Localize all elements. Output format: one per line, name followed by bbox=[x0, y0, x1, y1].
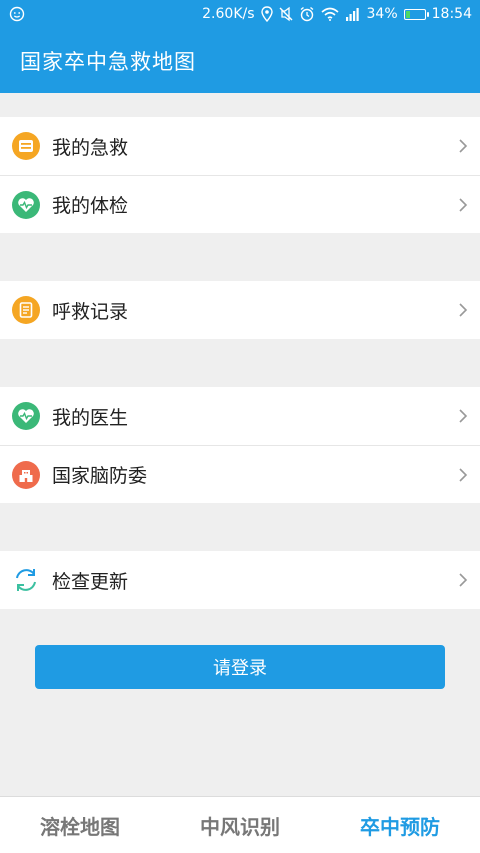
menu-item-my-first-aid[interactable]: 我的急救 bbox=[0, 117, 480, 175]
login-button[interactable]: 请登录 bbox=[35, 645, 445, 689]
heart-pulse-icon bbox=[12, 190, 40, 219]
refresh-icon bbox=[12, 566, 40, 594]
chevron-right-icon bbox=[459, 467, 468, 482]
page-title: 国家卒中急救地图 bbox=[20, 49, 196, 74]
wifi-icon bbox=[320, 7, 339, 21]
battery-icon bbox=[403, 8, 429, 20]
chevron-right-icon bbox=[459, 197, 468, 212]
chevron-right-icon bbox=[459, 409, 468, 423]
menu-item-my-checkup[interactable]: 我的体检 bbox=[0, 175, 480, 233]
menu-item-label: 我的急救 bbox=[52, 136, 129, 159]
tab-stroke-recognition[interactable]: 中风识别 bbox=[160, 797, 320, 853]
chevron-right-icon bbox=[459, 139, 468, 153]
tab-stroke-prevention[interactable]: 卒中预防 bbox=[320, 797, 480, 853]
tab-thrombolysis-map[interactable]: 溶栓地图 bbox=[0, 797, 160, 853]
smiley-icon bbox=[9, 6, 25, 22]
status-icons: 2.60K/s 34% 18:54 bbox=[202, 5, 472, 23]
battery-level bbox=[405, 10, 411, 18]
battery-percent: 34% bbox=[366, 6, 398, 22]
menu-item-check-update[interactable]: 检查更新 bbox=[0, 551, 480, 609]
record-icon bbox=[12, 296, 40, 324]
first-aid-icon bbox=[12, 132, 40, 160]
location-icon bbox=[260, 6, 273, 22]
alarm-icon bbox=[300, 6, 313, 22]
menu-item-label: 国家脑防委 bbox=[52, 465, 148, 487]
chevron-right-icon bbox=[459, 303, 468, 317]
menu-group-4: 检查更新 bbox=[0, 551, 480, 609]
building-icon bbox=[12, 460, 40, 489]
heart-pulse-icon bbox=[12, 402, 40, 430]
menu-item-label: 我的体检 bbox=[52, 195, 129, 217]
menu-item-stroke-committee[interactable]: 国家脑防委 bbox=[0, 445, 480, 503]
menu-item-label: 检查更新 bbox=[52, 570, 129, 593]
signal-icon bbox=[345, 8, 359, 21]
menu-group-1: 我的急救 我的体检 bbox=[0, 117, 480, 233]
chevron-right-icon bbox=[459, 573, 468, 587]
menu-item-label: 呼救记录 bbox=[52, 300, 129, 323]
status-bar: 2.60K/s 34% 18:54 bbox=[0, 0, 480, 28]
menu-group-3: 我的医生 国家脑防委 bbox=[0, 387, 480, 503]
bottom-tab-bar: 溶栓地图 中风识别 卒中预防 bbox=[0, 796, 480, 853]
menu-group-2: 呼救记录 bbox=[0, 281, 480, 339]
menu-item-label: 我的医生 bbox=[52, 406, 129, 429]
network-speed: 2.60K/s bbox=[202, 6, 255, 22]
menu-item-call-records[interactable]: 呼救记录 bbox=[0, 281, 480, 339]
clock: 18:54 bbox=[431, 6, 472, 22]
app-bar: 国家卒中急救地图 bbox=[0, 28, 480, 93]
mute-icon bbox=[279, 6, 293, 22]
menu-item-my-doctor[interactable]: 我的医生 bbox=[0, 387, 480, 445]
